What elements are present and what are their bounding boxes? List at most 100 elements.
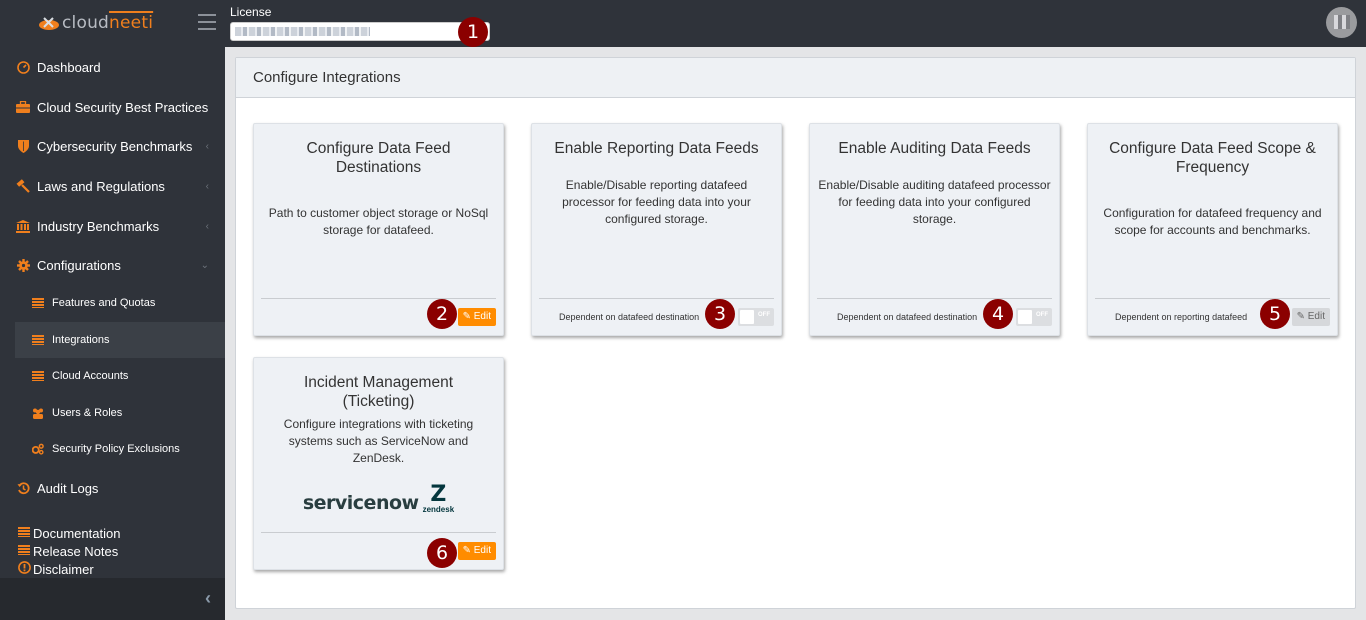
gear-icon: [16, 258, 30, 272]
sidebar-subitem-integrations[interactable]: Integrations: [15, 322, 225, 358]
logo-cloud-tools-icon: [39, 17, 59, 30]
sidebar-item-dashboard[interactable]: Dashboard: [0, 49, 225, 85]
edit-label: Edit: [473, 545, 491, 556]
users-icon: [32, 408, 44, 419]
card-description: Enable/Disable auditing datafeed process…: [818, 178, 1051, 226]
zendesk-z-icon: Z: [430, 482, 447, 507]
dependency-note: Dependent on datafeed destination: [837, 312, 978, 322]
card-title: Enable Auditing Data Feeds: [838, 140, 1031, 157]
card-description: Enable/Disable reporting datafeed proces…: [562, 178, 751, 226]
release-notes-link[interactable]: Release Notes: [18, 542, 118, 560]
sidebar-subitem-label: Users & Roles: [52, 407, 123, 419]
edit-incident-management-button[interactable]: ✎ Edit: [457, 542, 496, 560]
edit-label: Edit: [473, 311, 491, 322]
card-reporting-data-feeds: Enable Reporting Data Feeds Enable/Disab…: [531, 123, 782, 336]
sidebar-subitem-label: Cloud Accounts: [52, 370, 129, 382]
list-icon: [32, 335, 44, 345]
edit-icon: ✎: [462, 545, 474, 556]
chevron-left-icon: ‹: [205, 220, 209, 232]
sidebar-item-label: Cloud Security Best Practices: [37, 99, 209, 115]
collapse-sidebar-chevron-icon[interactable]: ‹: [205, 588, 211, 609]
edit-scope-frequency-button[interactable]: ✎ Edit: [1291, 308, 1330, 326]
sidebar-item-industry-benchmarks[interactable]: Industry Benchmarks ‹: [0, 208, 225, 244]
chevron-left-icon: ‹: [205, 140, 209, 152]
sidebar-item-label: Audit Logs: [37, 480, 99, 496]
documentation-link-label: Documentation: [33, 525, 121, 541]
app-logo[interactable]: cloud neeti: [38, 12, 153, 34]
zendesk-logo: Z zendesk: [422, 482, 455, 515]
release-notes-link-label: Release Notes: [33, 543, 119, 559]
logo-text-neeti: neeti: [109, 13, 154, 33]
user-avatar[interactable]: [1326, 7, 1357, 38]
dependency-note: Dependent on reporting datafeed: [1115, 312, 1248, 322]
sidebar-footer: ‹: [0, 578, 225, 620]
license-select[interactable]: [230, 22, 490, 41]
sidebar-subitem-users-and-roles[interactable]: Users & Roles: [15, 395, 225, 431]
card-data-feed-destinations: Configure Data Feed Destinations Path to…: [253, 123, 504, 336]
exclamation-circle-icon: [18, 561, 32, 577]
logo-text-cloud: cloud: [62, 13, 110, 33]
auditing-data-feeds-toggle[interactable]: OFF: [1016, 308, 1052, 326]
menu-toggle-hamburger-icon[interactable]: [198, 14, 216, 30]
top-bar: cloud neeti License: [0, 0, 1366, 47]
documentation-link[interactable]: Documentation: [18, 524, 120, 542]
page-title: Configure Integrations: [236, 58, 1355, 98]
annotation-badge-2: 2: [427, 299, 457, 329]
sidebar-item-cloud-security-best-practices[interactable]: Cloud Security Best Practices: [0, 89, 225, 125]
card-description: Configure integrations with ticketing sy…: [283, 417, 474, 465]
gears-icon: [32, 443, 44, 455]
card-description: Path to customer object storage or NoSql…: [268, 206, 489, 237]
edit-label: Edit: [1307, 311, 1325, 322]
card-title: Configure Data Feed Destinations: [306, 140, 451, 176]
card-incident-management: Incident Management (Ticketing) Configur…: [253, 357, 504, 570]
briefcase-icon: [16, 100, 30, 114]
gavel-icon: [16, 179, 30, 193]
sidebar-subitem-cloud-accounts[interactable]: Cloud Accounts: [15, 358, 225, 394]
sidebar-subitem-label: Integrations: [52, 334, 110, 346]
shield-icon: [16, 139, 30, 153]
license-label: License: [230, 5, 272, 19]
sidebar-item-audit-logs[interactable]: Audit Logs: [0, 470, 225, 506]
sidebar-subitem-label: Features and Quotas: [52, 297, 156, 309]
license-value-blurred: [235, 27, 370, 36]
chevron-left-icon: ‹: [205, 180, 209, 192]
card-data-feed-scope-frequency: Configure Data Feed Scope & Frequency Co…: [1087, 123, 1338, 336]
disclaimer-link-label: Disclaimer: [33, 561, 94, 577]
sidebar-subitem-security-policy-exclusions[interactable]: Security Policy Exclusions: [15, 431, 225, 467]
card-footer: Dependent on datafeed destination OFF: [539, 298, 774, 335]
sidebar-item-label: Cybersecurity Benchmarks: [37, 138, 193, 154]
annotation-badge-1: 1: [458, 17, 488, 47]
disclaimer-link[interactable]: Disclaimer: [18, 560, 94, 578]
sidebar-item-label: Industry Benchmarks: [37, 218, 160, 234]
zendesk-wordmark: zendesk: [422, 505, 455, 514]
card-title: Incident Management (Ticketing): [303, 374, 454, 410]
list-icon: [32, 298, 44, 308]
card-footer: ✎ Edit: [261, 532, 496, 569]
toggle-state-label: OFF: [758, 312, 770, 318]
sidebar-item-label: Laws and Regulations: [37, 178, 165, 194]
card-description: Configuration for datafeed frequency and…: [1103, 206, 1322, 237]
edit-data-feed-destinations-button[interactable]: ✎ Edit: [457, 308, 496, 326]
card-footer: Dependent on reporting datafeed ✎ Edit: [1095, 298, 1330, 335]
sidebar-subitem-features-and-quotas[interactable]: Features and Quotas: [15, 285, 225, 321]
servicenow-logo: servicenow: [302, 492, 419, 514]
page-scrollbar[interactable]: [1357, 57, 1366, 609]
list-icon: [32, 371, 44, 381]
annotation-badge-5: 5: [1260, 299, 1290, 329]
card-title: Enable Reporting Data Feeds: [554, 140, 759, 157]
dependency-note: Dependent on datafeed destination: [559, 312, 700, 322]
annotation-badge-6: 6: [427, 538, 457, 568]
bank-icon: [16, 219, 30, 233]
reporting-data-feeds-toggle[interactable]: OFF: [738, 308, 774, 326]
toggle-knob: [1018, 310, 1032, 324]
chevron-down-icon: ⌄: [200, 259, 209, 271]
toggle-state-label: OFF: [1036, 312, 1048, 318]
card-footer: Dependent on datafeed destination OFF: [817, 298, 1052, 335]
edit-icon: ✎: [1296, 311, 1308, 322]
annotation-badge-3: 3: [705, 299, 735, 329]
sidebar-item-laws-and-regulations[interactable]: Laws and Regulations ‹: [0, 168, 225, 204]
sidebar-item-cybersecurity-benchmarks[interactable]: Cybersecurity Benchmarks ‹: [0, 128, 225, 164]
toggle-knob: [740, 310, 754, 324]
history-icon: [16, 481, 30, 495]
sidebar-item-configurations[interactable]: Configurations ⌄: [0, 247, 225, 283]
